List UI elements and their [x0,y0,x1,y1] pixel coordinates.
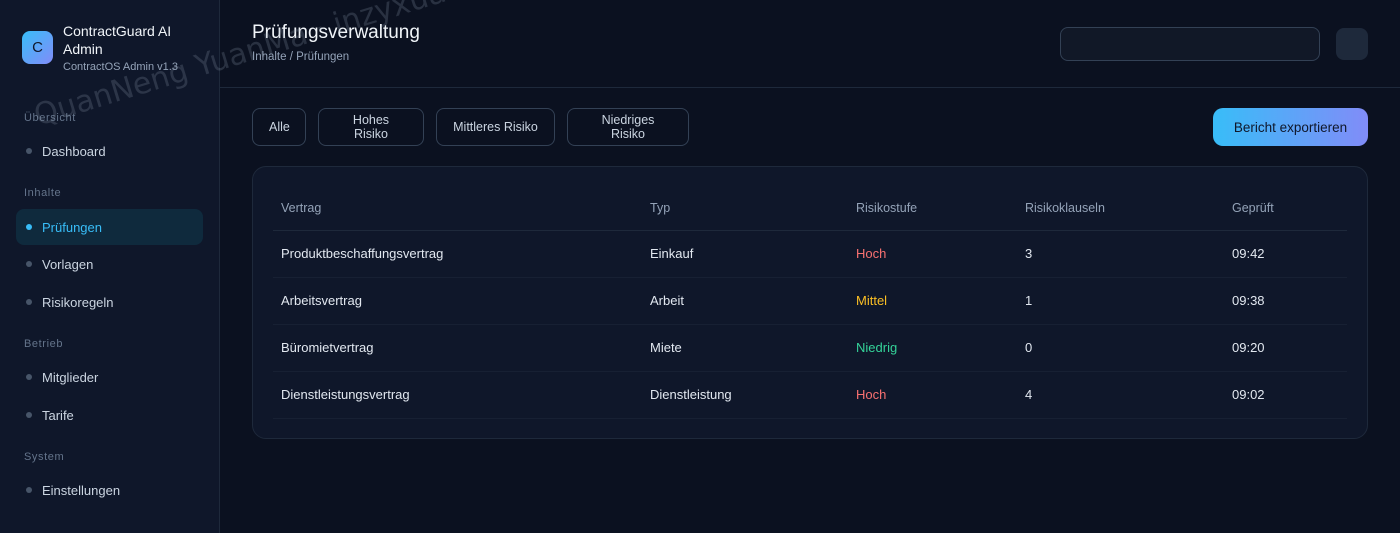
action-icon-button[interactable] [1336,28,1368,60]
cell-risk-clauses: 1 [1017,277,1224,325]
cell-reviewed-time: 09:02 [1224,371,1347,419]
bullet-icon [26,412,32,418]
column-header-risikoklauseln[interactable]: Risikoklauseln [1017,186,1224,231]
cell-contract: Arbeitsvertrag [273,277,642,325]
sidebar-item-dashboard[interactable]: Dashboard [16,133,203,169]
brand-name: ContractGuard AI Admin [63,23,172,57]
cell-type: Einkauf [642,230,848,278]
table-row[interactable]: Dienstleistungsvertrag Dienstleistung Ho… [273,371,1347,419]
cell-risk-clauses: 0 [1017,324,1224,372]
cell-risk-level: Hoch [848,230,1017,278]
bullet-icon [26,487,32,493]
brand: C ContractGuard AI Admin ContractOS Admi… [22,22,193,73]
export-report-button[interactable]: Bericht exportieren [1213,108,1368,146]
review-table-card: Vertrag Typ Risikostufe Risikoklauseln G… [252,166,1368,439]
cell-type: Arbeit [642,277,848,325]
table-row[interactable]: Produktbeschaffungsvertrag Einkauf Hoch … [273,230,1347,278]
main-content: Prüfungsverwaltung Inhalte / Prüfungen A… [220,0,1400,533]
bullet-icon [26,374,32,380]
search-input[interactable] [1060,27,1320,61]
sidebar-item-einstellungen[interactable]: Einstellungen [16,472,203,508]
cell-contract: Produktbeschaffungsvertrag [273,230,642,278]
sidebar-item-label: Mitglieder [42,369,99,385]
cell-reviewed-time: 09:38 [1224,277,1347,325]
sidebar-item-label: Risikoregeln [42,294,114,310]
bullet-icon [26,224,32,230]
cell-risk-level: Mittel [848,277,1017,325]
sidebar-item-tarife[interactable]: Tarife [16,397,203,433]
review-table: Vertrag Typ Risikostufe Risikoklauseln G… [273,186,1347,419]
page-header: Prüfungsverwaltung Inhalte / Prüfungen [220,0,1400,88]
sidebar: C ContractGuard AI Admin ContractOS Admi… [0,0,220,533]
brand-text: ContractGuard AI Admin ContractOS Admin … [63,22,193,73]
filter-hohes-risiko-button[interactable]: Hohes Risiko [318,108,424,146]
sidebar-item-label: Vorlagen [42,256,94,272]
section-label-betrieb: Betrieb [24,338,64,350]
cell-risk-level: Hoch [848,371,1017,419]
cell-type: Dienstleistung [642,371,848,419]
column-header-vertrag[interactable]: Vertrag [273,186,642,231]
section-label-system: System [24,451,65,463]
column-header-typ[interactable]: Typ [642,186,848,231]
cell-contract: Dienstleistungsvertrag [273,371,642,419]
cell-reviewed-time: 09:42 [1224,230,1347,278]
table-row[interactable]: Arbeitsvertrag Arbeit Mittel 1 09:38 [273,277,1347,325]
cell-reviewed-time: 09:20 [1224,324,1347,372]
bullet-icon [26,299,32,305]
sidebar-item-pruefungen[interactable]: Prüfungen [16,209,203,245]
column-header-risikostufe[interactable]: Risikostufe [848,186,1017,231]
cell-contract: Büromietvertrag [273,324,642,372]
section-label-uebersicht: Übersicht [24,112,76,124]
sidebar-item-label: Einstellungen [42,482,121,498]
bullet-icon [26,148,32,154]
brand-subtitle: ContractOS Admin v1.3 [63,61,178,73]
filter-alle-button[interactable]: Alle [252,108,306,146]
sidebar-item-label: Tarife [42,407,74,423]
page-title: Prüfungsverwaltung [252,22,420,43]
sidebar-item-risikoregeln[interactable]: Risikoregeln [16,284,203,320]
filter-niedriges-risiko-button[interactable]: Niedriges Risiko [567,108,689,146]
cell-risk-clauses: 3 [1017,230,1224,278]
filter-mittleres-risiko-button[interactable]: Mittleres Risiko [436,108,555,146]
table-row[interactable]: Büromietvertrag Miete Niedrig 0 09:20 [273,324,1347,372]
table-header-row: Vertrag Typ Risikostufe Risikoklauseln G… [273,186,1347,231]
cell-type: Miete [642,324,848,372]
column-header-geprueft[interactable]: Geprüft [1224,186,1347,231]
sidebar-item-vorlagen[interactable]: Vorlagen [16,246,203,282]
breadcrumb: Inhalte / Prüfungen [252,51,350,63]
cell-risk-level: Niedrig [848,324,1017,372]
sidebar-item-label: Dashboard [42,143,106,159]
sidebar-item-mitglieder[interactable]: Mitglieder [16,359,203,395]
cell-risk-clauses: 4 [1017,371,1224,419]
bullet-icon [26,261,32,267]
section-label-inhalte: Inhalte [24,187,62,199]
brand-logo: C [22,31,53,64]
sidebar-item-label: Prüfungen [42,219,102,235]
